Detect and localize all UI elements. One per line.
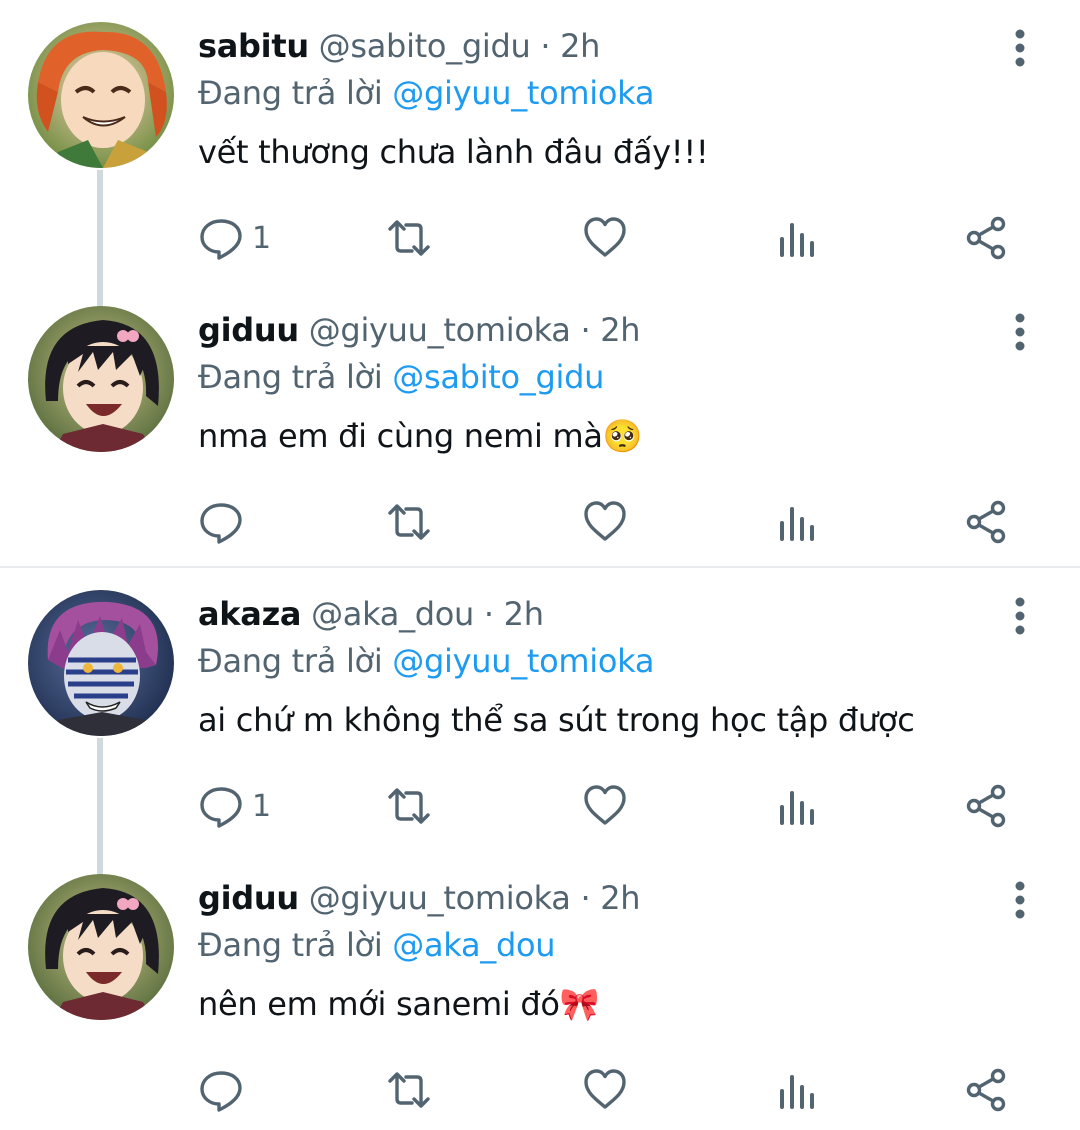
avatar-image-orange-hair [28, 22, 174, 168]
retweet-icon [388, 788, 430, 824]
replying-label: Đang trả lời [198, 74, 383, 112]
views-button[interactable] [774, 210, 820, 266]
timestamp[interactable]: 2h [504, 595, 544, 633]
reply-count: 1 [252, 220, 272, 256]
tweet-header: akaza @aka_dou · 2h [198, 592, 1000, 636]
share-icon [966, 1068, 1006, 1112]
reply-button[interactable] [198, 1062, 252, 1118]
like-button[interactable] [582, 1062, 628, 1118]
views-icon [780, 791, 814, 825]
username[interactable]: @aka_dou [311, 595, 474, 633]
more-options-icon[interactable] [1008, 28, 1032, 68]
replying-to-line: Đang trả lời @aka_dou [198, 923, 1000, 967]
retweet-icon [388, 220, 430, 256]
tweet-header: sabitu @sabito_gidu · 2h [198, 24, 1000, 68]
replying-to-line: Đang trả lời @sabito_gidu [198, 355, 1000, 399]
avatar[interactable] [28, 590, 174, 736]
replying-to-line: Đang trả lời @giyuu_tomioka [198, 639, 1000, 683]
retweet-button[interactable] [386, 1062, 432, 1118]
tweet-text: ai chứ m không thể sa sút trong học tập … [198, 701, 915, 739]
retweet-button[interactable] [386, 778, 432, 834]
like-icon [584, 501, 626, 541]
replying-label: Đang trả lời [198, 642, 383, 680]
tweet-text: nma em đi cùng nemi mà🥺 [198, 417, 643, 455]
share-icon [966, 500, 1006, 544]
reply-icon [200, 1071, 242, 1112]
timestamp[interactable]: 2h [600, 311, 640, 349]
tweet-header: giduu @giyuu_tomioka · 2h [198, 308, 1000, 352]
replying-label: Đang trả lời [198, 926, 383, 964]
reply-icon [200, 503, 242, 544]
share-button[interactable] [964, 1062, 1010, 1118]
replying-to-line: Đang trả lời @giyuu_tomioka [198, 71, 1000, 115]
like-icon [584, 785, 626, 825]
views-icon [780, 1075, 814, 1109]
more-options-icon[interactable] [1008, 880, 1032, 920]
views-button[interactable] [774, 778, 820, 834]
username[interactable]: @giyuu_tomioka [309, 879, 571, 917]
action-bar [198, 1062, 1018, 1118]
tweet-header: giduu @giyuu_tomioka · 2h [198, 876, 1000, 920]
avatar-image-dark-hair [28, 874, 174, 1020]
views-button[interactable] [774, 494, 820, 550]
views-icon [780, 223, 814, 257]
separator-dot: · [540, 27, 551, 65]
share-button[interactable] [964, 210, 1010, 266]
mention-link[interactable]: @sabito_gidu [392, 358, 604, 396]
retweet-icon [388, 504, 430, 540]
mention-link[interactable]: @aka_dou [392, 926, 555, 964]
views-icon [780, 507, 814, 541]
avatar[interactable] [28, 874, 174, 1020]
replying-label: Đang trả lời [198, 358, 383, 396]
avatar[interactable] [28, 22, 174, 168]
display-name[interactable]: giduu [198, 879, 299, 917]
like-button[interactable] [582, 210, 628, 266]
separator-dot: · [580, 311, 591, 349]
avatar-image-pink-hair [28, 590, 174, 736]
thread-line [97, 170, 103, 310]
retweet-button[interactable] [386, 494, 432, 550]
reply-icon [200, 219, 242, 260]
avatar-image-dark-hair [28, 306, 174, 452]
retweet-icon [388, 1072, 430, 1108]
like-button[interactable] [582, 494, 628, 550]
share-button[interactable] [964, 778, 1010, 834]
share-icon [966, 784, 1006, 828]
conversation-separator [0, 566, 1080, 568]
like-icon [584, 217, 626, 257]
display-name[interactable]: sabitu [198, 27, 309, 65]
mention-link[interactable]: @giyuu_tomioka [392, 642, 654, 680]
thread-line [97, 738, 103, 878]
views-button[interactable] [774, 1062, 820, 1118]
display-name[interactable]: akaza [198, 595, 302, 633]
reply-button[interactable]: 1 [198, 210, 271, 266]
display-name[interactable]: giduu [198, 311, 299, 349]
reply-icon [200, 787, 242, 828]
reply-button[interactable] [198, 494, 252, 550]
username[interactable]: @sabito_gidu [319, 27, 531, 65]
like-button[interactable] [582, 778, 628, 834]
tweet-text: nên em mới sanemi đó🎀 [198, 985, 600, 1023]
more-options-icon[interactable] [1008, 312, 1032, 352]
action-bar: 1 [198, 210, 1018, 266]
reply-count: 1 [252, 788, 272, 824]
share-icon [966, 216, 1006, 260]
separator-dot: · [580, 879, 591, 917]
share-button[interactable] [964, 494, 1010, 550]
avatar[interactable] [28, 306, 174, 452]
like-icon [584, 1069, 626, 1109]
tweet-text: vết thương chưa lành đâu đấy!!! [198, 133, 709, 171]
action-bar: 1 [198, 778, 1018, 834]
separator-dot: · [483, 595, 494, 633]
more-options-icon[interactable] [1008, 596, 1032, 636]
mention-link[interactable]: @giyuu_tomioka [392, 74, 654, 112]
timestamp[interactable]: 2h [560, 27, 600, 65]
timestamp[interactable]: 2h [600, 879, 640, 917]
reply-button[interactable]: 1 [198, 778, 271, 834]
retweet-button[interactable] [386, 210, 432, 266]
username[interactable]: @giyuu_tomioka [309, 311, 571, 349]
action-bar [198, 494, 1018, 550]
